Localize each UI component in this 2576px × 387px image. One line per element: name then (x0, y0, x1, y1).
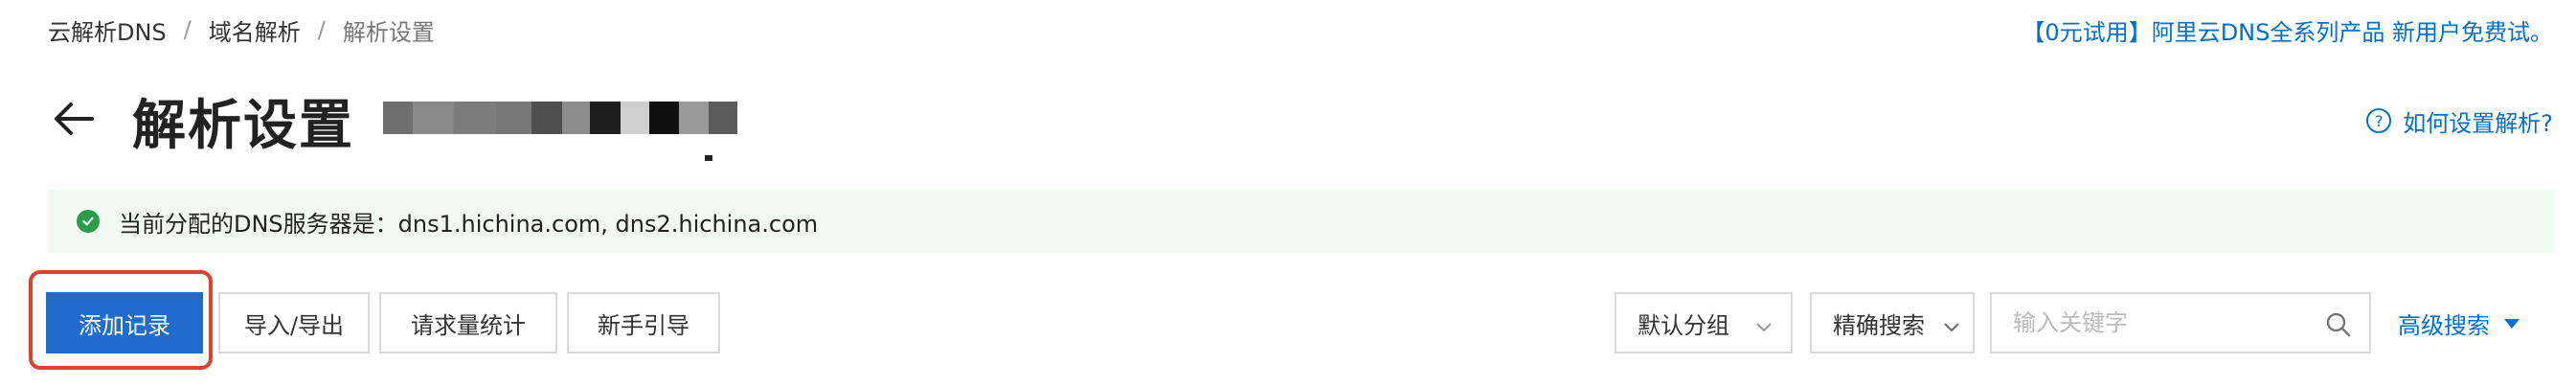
keyword-search-box[interactable] (1990, 292, 2371, 353)
help-circle-icon: ? (2366, 108, 2392, 133)
redacted-domain-name (383, 102, 737, 161)
breadcrumb-item-cloud-dns[interactable]: 云解析DNS (48, 13, 167, 47)
back-arrow-icon (50, 95, 98, 147)
chevron-down-icon (1754, 315, 1774, 342)
newbie-guide-button[interactable]: 新手引导 (567, 292, 720, 353)
breadcrumb-separator: / (183, 16, 192, 43)
breadcrumb-item-current: 解析设置 (342, 18, 435, 46)
import-export-button[interactable]: 导入/导出 (218, 292, 370, 353)
group-select-value: 默认分组 (1638, 311, 1729, 339)
keyword-search-input[interactable] (1992, 294, 2369, 352)
toolbar: 添加记录 导入/导出 请求量统计 新手引导 默认分组 精确搜索 高级搜索 (0, 287, 2576, 364)
search-mode-value: 精确搜索 (1833, 311, 1925, 339)
page-title: 解析设置 (132, 94, 354, 157)
group-select[interactable]: 默认分组 (1615, 292, 1793, 353)
request-stats-button[interactable]: 请求量统计 (379, 292, 557, 353)
help-link-label: 如何设置解析? (2403, 109, 2553, 137)
caret-down-icon (2503, 309, 2520, 336)
help-link[interactable]: ? 如何设置解析? (2366, 103, 2553, 138)
chevron-down-icon (1942, 315, 1961, 342)
promo-link[interactable]: 【0元试用】阿里云DNS全系列产品 新用户免费试。 (2022, 13, 2553, 46)
check-circle-icon (77, 210, 100, 233)
breadcrumb: 云解析DNS / 域名解析 / 解析设置 (48, 13, 435, 46)
breadcrumb-item-domain-resolution[interactable]: 域名解析 (209, 13, 301, 47)
dns-server-notice-text: 当前分配的DNS服务器是：dns1.hichina.com, dns2.hich… (119, 210, 819, 238)
advanced-search-label: 高级搜索 (2398, 311, 2490, 339)
add-record-button[interactable]: 添加记录 (46, 292, 203, 353)
back-button[interactable] (48, 95, 100, 147)
page-header: 解析设置 (48, 86, 737, 161)
search-icon[interactable] (2325, 311, 2352, 342)
advanced-search-toggle[interactable]: 高级搜索 (2398, 292, 2520, 353)
search-mode-select[interactable]: 精确搜索 (1810, 292, 1975, 353)
breadcrumb-separator: / (317, 16, 326, 43)
dns-server-notice: 当前分配的DNS服务器是：dns1.hichina.com, dns2.hich… (48, 190, 2555, 253)
